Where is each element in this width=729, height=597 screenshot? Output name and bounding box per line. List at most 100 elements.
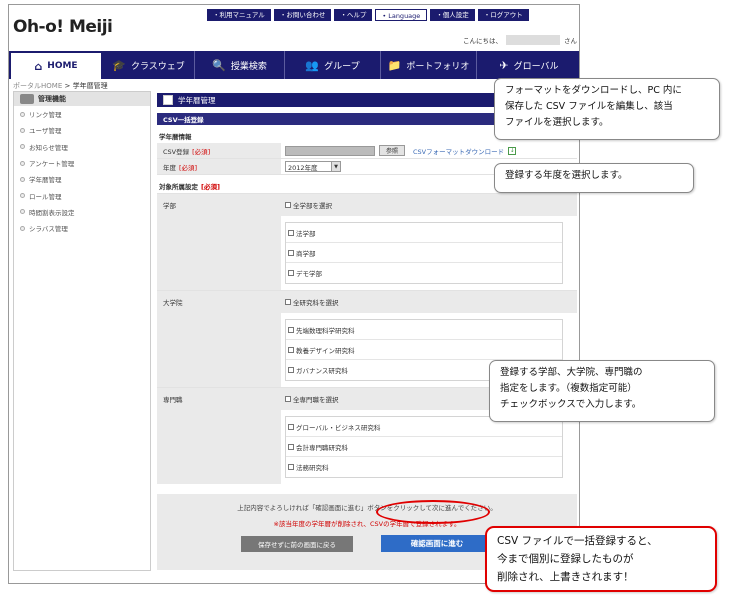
checkbox[interactable] (285, 202, 291, 208)
csv-label-cell: CSV登録 [必須] (157, 143, 281, 158)
contact-link[interactable]: ・お問い合わせ (273, 9, 332, 21)
sidebar-item-notice[interactable]: お知らせ管理 (14, 139, 150, 155)
sidebar-item-role[interactable]: ロール管理 (14, 187, 150, 203)
sidebar-item-user[interactable]: ユーザ管理 (14, 122, 150, 138)
callout-year: 登録する年度を選択します。 (494, 163, 694, 193)
list-item[interactable]: 法学部 (286, 223, 562, 243)
list-item[interactable]: 先端数理科学研究科 (286, 320, 562, 340)
checkbox-label: ガバナンス研究科 (296, 367, 348, 375)
chevron-down-icon: ▼ (331, 162, 340, 171)
sidebar-item-survey[interactable]: アンケート管理 (14, 155, 150, 171)
bullet-icon (20, 127, 25, 133)
checkbox[interactable] (288, 423, 294, 430)
nav-label: グローバル (513, 61, 559, 72)
breadcrumb-current: 学年暦管理 (72, 82, 108, 90)
sidebar: 管理機能 リンク管理 ユーザ管理 お知らせ管理 アンケート管理 学年暦管理 ロー… (13, 91, 151, 571)
checkbox[interactable] (288, 270, 294, 276)
year-select[interactable]: 2012年度 ▼ (285, 161, 341, 172)
csv-label: CSV登録 (163, 147, 190, 156)
help-link[interactable]: ・ヘルプ (334, 9, 373, 21)
group-label: 大学院 (157, 291, 281, 387)
select-all-undergrad[interactable]: 全学部を選択 (281, 194, 577, 216)
bullet-icon (20, 144, 25, 150)
checkbox-label: 全研究科を選択 (293, 299, 339, 307)
greeting-suffix: さん (564, 37, 577, 45)
file-path-field[interactable] (285, 145, 375, 156)
nav-course-search[interactable]: 🔍 授業検索 (195, 51, 285, 79)
manual-link[interactable]: ・利用マニュアル (207, 9, 271, 21)
checkbox-label: デモ学部 (296, 270, 322, 278)
bullet-icon (20, 209, 25, 215)
bullet-icon (20, 176, 25, 182)
select-all-graduate[interactable]: 全研究科を選択 (281, 291, 577, 313)
checkbox[interactable] (288, 326, 294, 333)
personal-settings-link[interactable]: ・個人設定 (430, 9, 475, 21)
checkbox-label: 全専門職を選択 (293, 396, 339, 404)
site-logo[interactable]: Oh-o! Meiji (13, 17, 113, 37)
mortarboard-icon: 🎓 (112, 58, 126, 72)
browse-button[interactable]: 参照 (379, 145, 406, 156)
nav-label: HOME (47, 61, 78, 71)
group-label: 専門職 (157, 388, 281, 484)
bullet-icon (20, 111, 25, 117)
back-without-saving-button[interactable]: 保存せずに前の画面に戻る (241, 536, 353, 552)
group-label: 学部 (157, 194, 281, 290)
list-item[interactable]: 教養デザイン研究科 (286, 340, 562, 360)
breadcrumb-home[interactable]: ポータルHOME (13, 82, 62, 90)
utility-links: ・利用マニュアル ・お問い合わせ ・ヘルプ • Language ・個人設定 ・… (207, 9, 529, 21)
year-label: 年度 (163, 163, 176, 172)
list-item[interactable]: 法務研究科 (286, 457, 562, 477)
page-title: 学年暦管理 (178, 95, 216, 105)
nav-global[interactable]: ✈ グローバル (477, 51, 579, 79)
sidebar-item-timetable[interactable]: 時間割表示設定 (14, 204, 150, 220)
logout-link[interactable]: ・ログアウト (477, 9, 529, 21)
nav-group[interactable]: 👥 グループ (285, 51, 381, 79)
csv-format-download-link[interactable]: CSVフォーマットダウンロード (413, 146, 504, 156)
callout-line: ファイルを選択します。 (505, 117, 609, 128)
callout-line: チェックボックスで入力します。 (500, 399, 642, 410)
breadcrumb-separator: > (62, 82, 73, 90)
nav-portfolio[interactable]: 📁 ポートフォリオ (381, 51, 477, 79)
checkbox-label: 法学部 (296, 229, 316, 238)
csv-row: CSV登録 [必須] 参照 CSVフォーマットダウンロード ↓ (157, 143, 577, 159)
callout-line: 保存した CSV ファイルを編集し、該当 (505, 101, 673, 112)
admin-icon (20, 94, 34, 104)
sidebar-item-link[interactable]: リンク管理 (14, 106, 150, 122)
list-item[interactable]: 会計専門職研究科 (286, 437, 562, 457)
checkbox[interactable] (288, 346, 294, 353)
list-item[interactable]: デモ学部 (286, 263, 562, 283)
checkbox[interactable] (288, 229, 294, 236)
checkbox[interactable] (288, 443, 294, 450)
global-nav: ⌂ HOME 🎓 クラスウェブ 🔍 授業検索 👥 グループ 📁 ポートフォリオ ✈ グローバ… (9, 51, 579, 79)
folder-icon: 📁 (387, 58, 402, 72)
callout-line: 登録する学部、大学院、専門職の (500, 367, 643, 378)
sidebar-item-syllabus[interactable]: シラバス管理 (14, 220, 150, 236)
checkbox[interactable] (288, 367, 294, 373)
callout-line: 削除され、上書きされます！ (497, 571, 634, 583)
nav-label: クラスウェブ (130, 61, 185, 72)
nav-classweb[interactable]: 🎓 クラスウェブ (103, 51, 195, 79)
checkbox[interactable] (288, 464, 294, 470)
sidebar-item-label: ロール管理 (29, 192, 62, 201)
target-label-text: 対象所属設定 (159, 183, 198, 191)
callout-line: フォーマットをダウンロードし、PC 内に (505, 85, 682, 96)
checkbox[interactable] (288, 249, 294, 256)
sidebar-item-label: 学年暦管理 (29, 176, 62, 185)
checkbox-label: 法務研究科 (296, 464, 329, 472)
sidebar-item-calendar[interactable]: 学年暦管理 (14, 171, 150, 187)
nav-label: グループ (324, 61, 360, 72)
download-icon[interactable]: ↓ (508, 146, 517, 155)
sidebar-item-label: アンケート管理 (29, 160, 75, 169)
nav-home[interactable]: ⌂ HOME (9, 51, 103, 79)
required-badge: [必須] (179, 163, 198, 172)
sidebar-header: 管理機能 (14, 92, 150, 106)
checkbox[interactable] (285, 299, 291, 305)
language-link[interactable]: • Language (375, 9, 428, 21)
checkbox-label: 先端数理科学研究科 (296, 326, 355, 335)
checkbox[interactable] (285, 396, 291, 402)
professional-list: グローバル・ビジネス研究科 会計専門職研究科 法務研究科 (285, 416, 563, 478)
confirm-button[interactable]: 確認画面に進む (381, 535, 493, 552)
list-item[interactable]: 商学部 (286, 243, 562, 263)
nav-label: 授業検索 (230, 61, 267, 72)
highlight-ring (376, 500, 490, 524)
